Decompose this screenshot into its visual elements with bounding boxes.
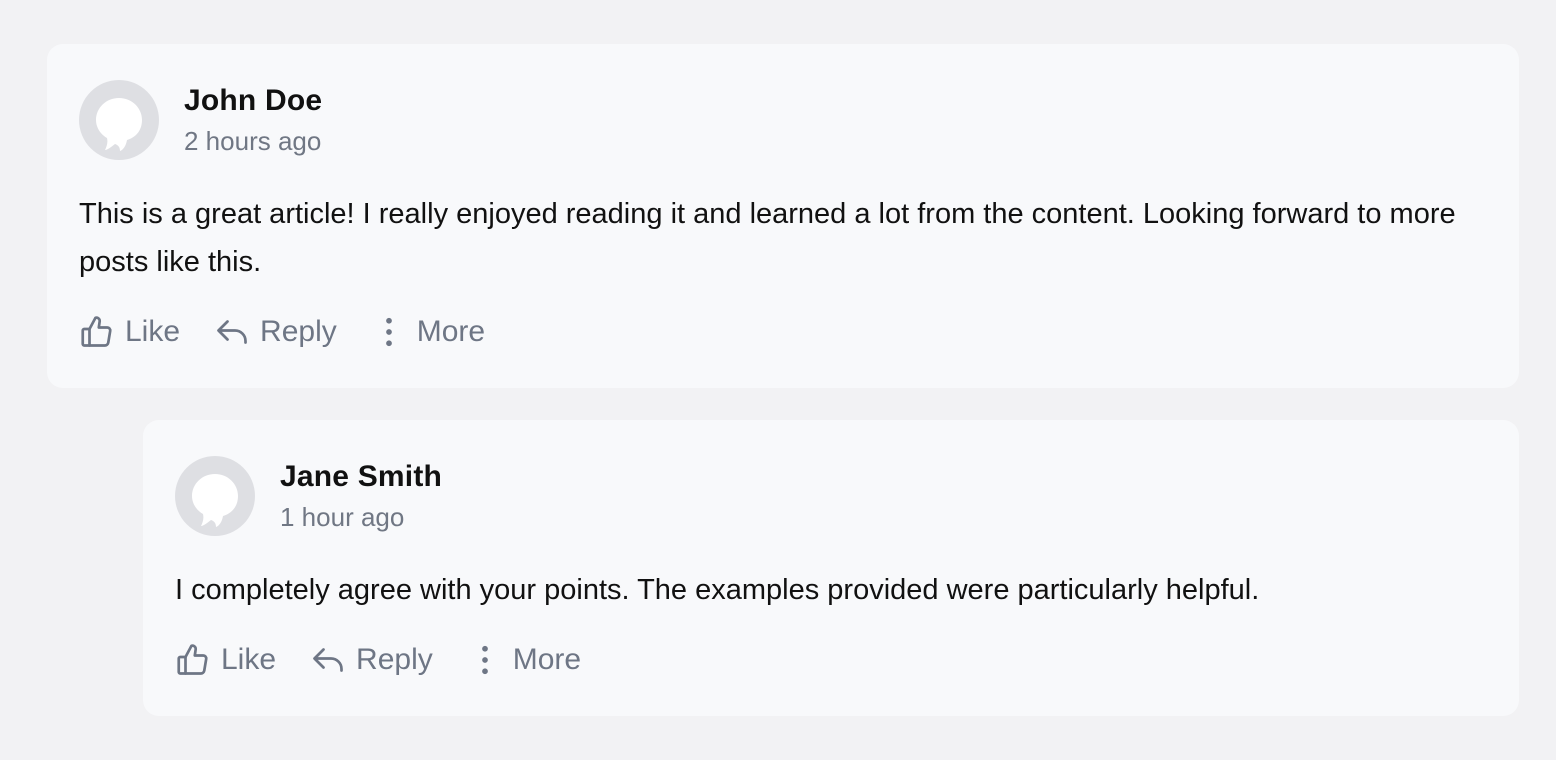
more-button[interactable]: More [371,312,485,352]
comment-header: John Doe 2 hours ago [79,80,322,160]
more-button[interactable]: More [467,640,581,680]
reply-comment-card: Jane Smith 1 hour ago I completely agree… [143,420,1519,716]
comment-card: John Doe 2 hours ago This is a great art… [47,44,1519,388]
more-vertical-icon [371,314,407,350]
comment-actions: Like Reply More [79,312,519,352]
comment-text: This is a great article! I really enjoye… [79,198,1456,278]
more-vertical-icon [467,642,503,678]
comment-meta: Jane Smith 1 hour ago [280,456,442,534]
thumbs-up-icon [175,642,211,678]
avatar[interactable] [79,80,159,160]
more-label: More [416,315,486,348]
reply-label: Reply [356,643,433,676]
like-label: Like [221,643,277,676]
reply-arrow-icon [310,642,346,678]
author-name[interactable]: John Doe [184,82,322,120]
like-button[interactable]: Like [79,312,180,352]
author-name[interactable]: Jane Smith [280,458,442,496]
comment-timestamp: 2 hours ago [184,126,322,156]
reply-arrow-icon [214,314,250,350]
avatar[interactable] [175,456,255,536]
reply-button[interactable]: Reply [214,312,337,352]
comment-header: Jane Smith 1 hour ago [175,456,442,536]
comment-meta: John Doe 2 hours ago [184,80,322,158]
reply-label: Reply [260,315,337,348]
comment-timestamp: 1 hour ago [280,502,405,532]
comment-actions: Like Reply More [175,640,615,680]
thumbs-up-icon [79,314,115,350]
avatar-placeholder-icon [96,98,142,151]
reply-button[interactable]: Reply [310,640,433,680]
comment-text: I completely agree with your points. The… [175,574,1260,606]
like-label: Like [125,315,181,348]
like-button[interactable]: Like [175,640,276,680]
avatar-placeholder-icon [192,474,238,527]
more-label: More [512,643,582,676]
